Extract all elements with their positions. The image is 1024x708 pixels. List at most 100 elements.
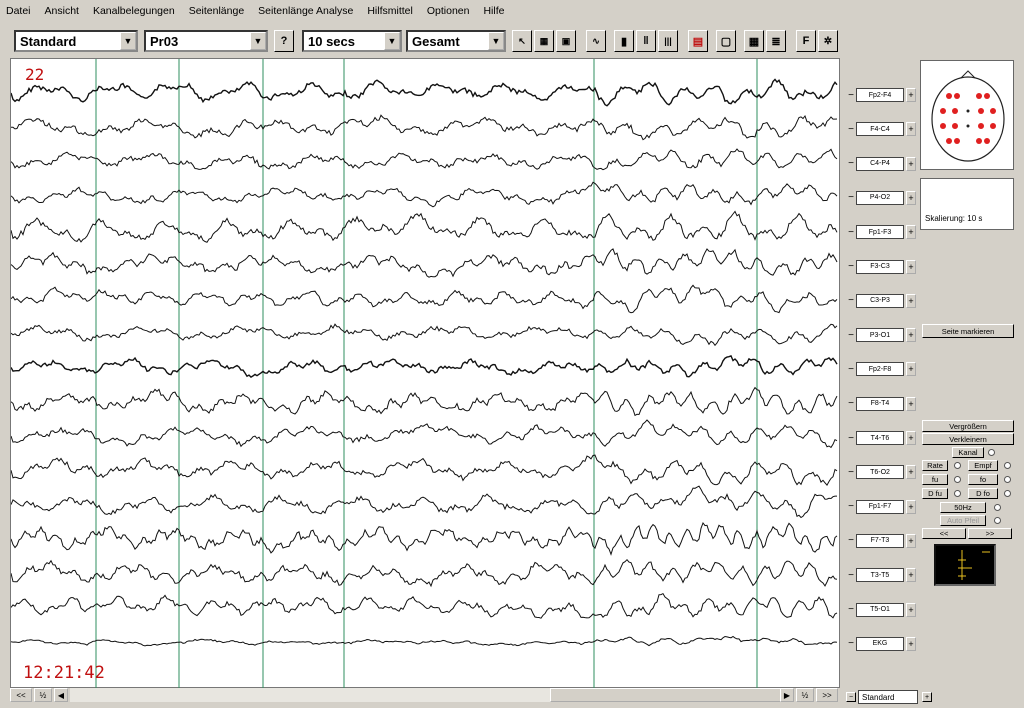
channel-minus-button[interactable]: − (846, 158, 856, 169)
empf-button[interactable]: Empf (968, 460, 998, 471)
channel-label[interactable]: Fp2-F8 (856, 362, 904, 377)
channel-label[interactable]: T5-O1 (856, 602, 904, 617)
eeg-plot-area[interactable]: 22 12:21:42 (10, 58, 840, 689)
auto-pfeil-radio[interactable] (994, 517, 1001, 524)
scroll-half-left-button[interactable]: ½ (34, 688, 52, 702)
channel-plus-button[interactable]: + (906, 156, 916, 171)
channel-minus-button[interactable]: − (846, 535, 856, 546)
montage-select[interactable]: Standard ▼ (14, 30, 138, 52)
channel-minus-button[interactable]: − (846, 295, 856, 306)
channel-minus-button[interactable]: − (846, 330, 856, 341)
channel-plus-button[interactable]: + (906, 362, 916, 377)
channel-plus-button[interactable]: + (906, 602, 916, 617)
layout-tool-button[interactable]: ▣ (556, 30, 576, 52)
channel-label[interactable]: F3-C3 (856, 259, 904, 274)
channel-minus-button[interactable]: − (846, 604, 856, 615)
channel-minus-button[interactable]: − (846, 192, 856, 203)
filter-button[interactable]: F (796, 30, 816, 52)
notch-50hz-button[interactable]: 50Hz (940, 502, 986, 513)
channel-label[interactable]: P3-O1 (856, 328, 904, 343)
channel-button[interactable]: Kanal (952, 447, 984, 458)
channel-plus-button[interactable]: + (906, 499, 916, 514)
menu-item-ansicht[interactable]: Ansicht (45, 5, 79, 17)
channel-minus-button[interactable]: − (846, 398, 856, 409)
channel-plus-button[interactable]: + (906, 190, 916, 205)
menu-item-seitenl-nge-analyse[interactable]: Seitenlänge Analyse (258, 5, 353, 17)
table-button[interactable]: ▦ (744, 30, 764, 52)
double-line-button[interactable]: ‖ (636, 30, 656, 52)
channel-plus-button[interactable]: + (906, 431, 916, 445)
scroll-right-button[interactable]: ▶ (780, 688, 794, 702)
d-fu-radio[interactable] (954, 490, 961, 497)
channel-label[interactable]: Fp1-F3 (856, 225, 904, 240)
single-line-button[interactable]: ▮ (614, 30, 634, 52)
prev-button[interactable]: << (922, 528, 966, 539)
fu-button[interactable]: fu (922, 474, 948, 485)
menu-item-seitenl-nge[interactable]: Seitenlänge (189, 5, 244, 17)
channel-minus-button[interactable]: − (846, 90, 856, 101)
channel-plus-button[interactable]: + (906, 88, 916, 102)
d-fo-button[interactable]: D fo (968, 488, 998, 499)
channel-label[interactable]: EKG (856, 636, 904, 651)
menu-item-datei[interactable]: Datei (6, 5, 31, 17)
menu-item-optionen[interactable]: Optionen (427, 5, 470, 17)
channel-label[interactable]: F4-C4 (856, 122, 904, 137)
channel-plus-button[interactable]: + (906, 533, 916, 548)
rate-button[interactable]: Rate (922, 460, 948, 471)
channel-label[interactable]: C4-P4 (856, 156, 904, 171)
menu-item-hilfsmittel[interactable]: Hilfsmittel (367, 5, 413, 17)
page-button[interactable]: ▢ (716, 30, 736, 52)
channel-plus-button[interactable]: + (906, 259, 916, 274)
channel-label[interactable]: C3-P3 (856, 293, 904, 308)
calendar-button[interactable]: ▤ (688, 30, 708, 52)
footer-montage-select[interactable]: Standard (858, 690, 918, 704)
channel-minus-button[interactable]: − (846, 261, 856, 272)
horizontal-scrollbar[interactable]: << ½ ◀ ▶ ½ >> (10, 688, 840, 702)
channel-label[interactable]: P4-O2 (856, 190, 904, 205)
mark-page-button[interactable]: Seite markieren (922, 324, 1014, 338)
rate-radio[interactable] (954, 462, 961, 469)
zoom-out-button[interactable]: Verkleinern (922, 433, 1014, 445)
channel-plus-button[interactable]: + (906, 225, 916, 240)
zoom-in-button[interactable]: Vergrößern (922, 420, 1014, 432)
channel-label[interactable]: T3-T5 (856, 568, 904, 583)
channel-label[interactable]: Fp1-F7 (856, 499, 904, 514)
footer-plus-button[interactable]: + (922, 692, 932, 702)
channel-minus-button[interactable]: − (846, 570, 856, 581)
wave-tool-button[interactable]: ∿ (586, 30, 606, 52)
channel-label[interactable]: F8-T4 (856, 396, 904, 411)
channel-minus-button[interactable]: − (846, 467, 856, 478)
footer-minus-button[interactable]: − (846, 692, 856, 702)
multi-line-button[interactable]: ||| (658, 30, 678, 52)
patient-select[interactable]: Pr03 ▼ (144, 30, 268, 52)
timebase-select[interactable]: 10 secs ▼ (302, 30, 402, 52)
channel-label[interactable]: T4-T6 (856, 431, 904, 445)
fo-button[interactable]: fo (968, 474, 998, 485)
scroll-left-button[interactable]: ◀ (54, 688, 68, 702)
view-select[interactable]: Gesamt ▼ (406, 30, 506, 52)
channel-plus-button[interactable]: + (906, 636, 916, 651)
grid-tool-button[interactable]: ▦ (534, 30, 554, 52)
channel-plus-button[interactable]: + (906, 122, 916, 137)
channel-label[interactable]: Fp2-F4 (856, 88, 904, 102)
channel-plus-button[interactable]: + (906, 465, 916, 480)
channel-minus-button[interactable]: − (846, 638, 856, 649)
scroll-half-right-button[interactable]: ½ (796, 688, 814, 702)
settings-button[interactable]: ✲ (818, 30, 838, 52)
scroll-thumb[interactable] (550, 688, 794, 702)
fo-radio[interactable] (1004, 476, 1011, 483)
channel-minus-button[interactable]: − (846, 124, 856, 135)
d-fu-button[interactable]: D fu (922, 488, 948, 499)
next-button[interactable]: >> (968, 528, 1012, 539)
channel-label[interactable]: T6-O2 (856, 465, 904, 480)
help-button[interactable]: ? (274, 30, 294, 52)
auto-pfeil-button[interactable]: Auto Pfeil (940, 515, 986, 526)
scroll-last-button[interactable]: >> (816, 688, 838, 702)
channel-minus-button[interactable]: − (846, 364, 856, 375)
channel-minus-button[interactable]: − (846, 501, 856, 512)
empf-radio[interactable] (1004, 462, 1011, 469)
cursor-tool-button[interactable]: ↖ (512, 30, 532, 52)
d-fo-radio[interactable] (1004, 490, 1011, 497)
channel-plus-button[interactable]: + (906, 293, 916, 308)
channel-plus-button[interactable]: + (906, 328, 916, 343)
